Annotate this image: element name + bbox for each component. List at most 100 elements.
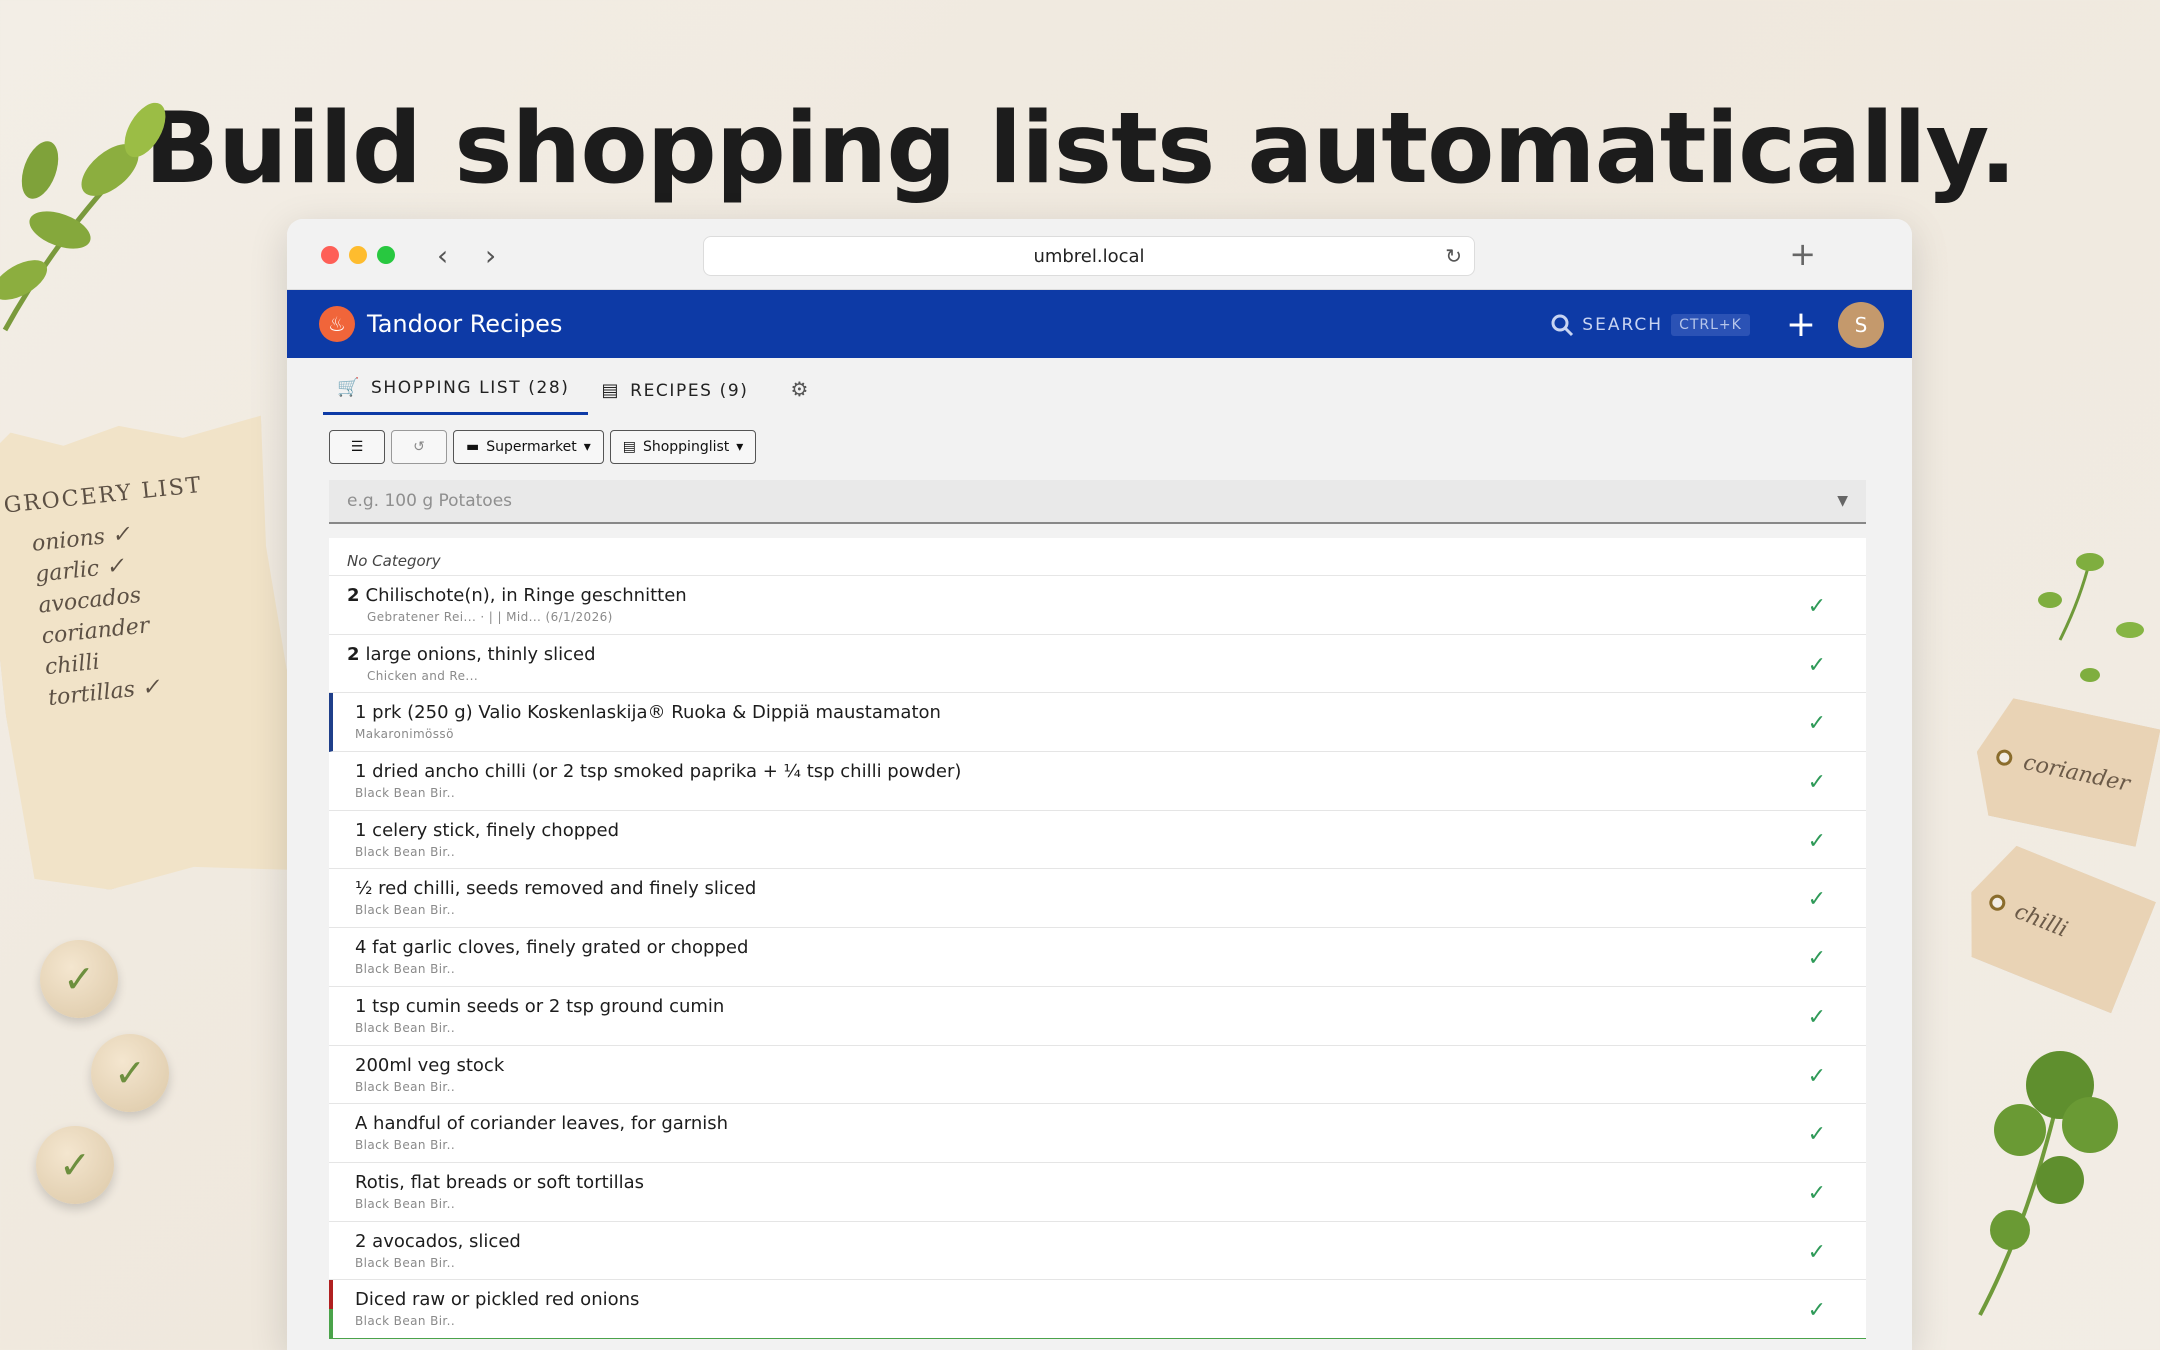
check-icon[interactable]: ✓ [1808,1005,1826,1030]
list-item[interactable]: 4 fat garlic cloves, finely grated or ch… [329,928,1866,987]
item-text: 1 dried ancho chilli (or 2 tsp smoked pa… [355,761,962,783]
list-item[interactable]: 1 prk (250 g) Valio Koskenlaskija® Ruoka… [329,693,1866,753]
list-item[interactable]: 1 tsp cumin seeds or 2 tsp ground cumin … [329,987,1866,1046]
list-item[interactable]: 1 dried ancho chilli (or 2 tsp smoked pa… [329,752,1866,811]
new-tab-icon[interactable]: + [1789,235,1816,273]
forward-icon[interactable]: › [485,239,496,272]
check-icon[interactable]: ✓ [1808,1240,1826,1265]
add-icon[interactable]: + [1786,307,1816,343]
item-source: Gebratener Rei... · | | Mid... (6/1/2026… [367,610,613,624]
tab-recipes[interactable]: ▤ RECIPES (9) [588,380,767,415]
avatar[interactable]: S [1838,302,1884,348]
check-icon[interactable]: ✓ [1808,887,1826,912]
check-icon[interactable]: ✓ [1808,653,1826,678]
list-item[interactable]: Diced raw or pickled red onions Black Be… [329,1280,1866,1339]
tag-label: coriander [2021,749,2133,797]
item-text: 4 fat garlic cloves, finely grated or ch… [355,937,749,959]
maximize-window-button[interactable] [377,246,395,264]
store-icon: ▬ [466,439,480,455]
document-icon: ▤ [622,439,636,455]
book-icon: ▤ [601,380,621,401]
check-icon[interactable]: ✓ [1808,594,1826,619]
list-item[interactable]: 2 Chilischote(n), in Ringe geschnitten Ge… [329,576,1866,635]
chevron-down-icon: ▾ [736,439,744,455]
add-item-placeholder: e.g. 100 g Potatoes [347,491,513,511]
list-icon: ☰ [350,439,364,455]
shopping-toolbar: ☰ ↺ ▬ Supermarket ▾ ▤ Shoppinglist ▾ [329,430,1866,464]
check-icon[interactable]: ✓ [1808,1298,1826,1323]
item-source: Makaronimössö [355,727,454,742]
item-text: A handful of coriander leaves, for garni… [355,1113,729,1135]
item-text: Rotis, flat breads or soft tortillas [355,1171,645,1193]
item-text: Chilischote(n), in Ringe geschnitten [365,585,687,606]
tandoor-logo-icon[interactable]: ♨ [319,306,355,342]
check-icon[interactable]: ✓ [1808,829,1826,854]
browser-titlebar: ‹ › umbrel.local ↻ + [287,219,1912,290]
list-item[interactable]: 200ml veg stock Black Bean Bir.. ✓ [329,1046,1866,1105]
category-header: No Category [329,538,1866,576]
check-icon[interactable]: ✓ [1808,1122,1826,1147]
shoppinglist-label: Shoppinglist [642,439,730,455]
back-icon[interactable]: ‹ [437,239,448,272]
app-title[interactable]: Tandoor Recipes [367,310,562,338]
check-icon[interactable]: ✓ [1808,1064,1826,1089]
item-amount: 2 [347,585,360,606]
item-source: Black Bean Bir.. [355,1196,456,1211]
item-source: Black Bean Bir.. [355,1020,456,1035]
check-coin-icon: ✓ [36,1126,114,1204]
url-bar[interactable]: umbrel.local ↻ [703,236,1475,276]
chevron-down-icon[interactable]: ▼ [1837,493,1848,509]
check-coin-icon: ✓ [91,1034,169,1112]
check-icon[interactable]: ✓ [1808,946,1826,971]
chilli-tag: chilli [1949,837,2156,1014]
shopping-list: No Category 2 Chilischote(n), in Ringe ge… [329,538,1866,1339]
item-source: Black Bean Bir.. [355,1314,456,1329]
settings-sliders-icon[interactable]: ⚙ [766,377,824,415]
cilantro-sprig [1978,1051,2118,1316]
item-text: ½ red chilli, seeds removed and finely s… [355,878,757,900]
list-item[interactable]: 2 large onions, thinly sliced Chicken and… [329,635,1866,694]
item-source: Black Bean Bir.. [355,962,456,977]
list-item[interactable]: Rotis, flat breads or soft tortillas Bla… [329,1163,1866,1222]
list-item[interactable]: A handful of coriander leaves, for garni… [329,1104,1866,1163]
check-icon[interactable]: ✓ [1808,1181,1826,1206]
search-label: SEARCH [1582,315,1664,335]
header-actions: SEARCH CTRL+K + S [1550,302,1884,348]
tag-label: chilli [2011,898,2072,943]
tab-shopping-list[interactable]: 🛒 SHOPPING LIST (28) [323,377,588,415]
item-text: 1 tsp cumin seeds or 2 tsp ground cumin [355,995,725,1017]
search-button[interactable]: SEARCH CTRL+K [1550,313,1750,337]
item-source: Black Bean Bir.. [355,1079,456,1094]
undo-button[interactable]: ↺ [391,430,447,464]
note-title: GROCERY LIST [2,472,204,519]
item-source: Black Bean Bir.. [355,903,456,918]
shoppinglist-dropdown[interactable]: ▤ Shoppinglist ▾ [609,430,757,464]
cart-icon: 🛒 [337,377,362,398]
close-window-button[interactable] [321,246,339,264]
item-source: Black Bean Bir.. [355,1138,456,1153]
minimize-window-button[interactable] [349,246,367,264]
coriander-tag: coriander [1964,693,2160,847]
check-icon[interactable]: ✓ [1808,770,1826,795]
chevron-down-icon: ▾ [583,439,591,455]
list-view-button[interactable]: ☰ [329,430,385,464]
item-text: large onions, thinly sliced [365,643,596,665]
grocery-note-card: GROCERY LIST onions ✓ garlic ✓ avocados … [0,406,309,898]
list-item[interactable]: 1 celery stick, finely chopped Black Bea… [329,811,1866,870]
supermarket-label: Supermarket [486,439,577,455]
tab-label: RECIPES (9) [630,380,749,401]
add-item-input[interactable]: e.g. 100 g Potatoes ▼ [329,480,1866,524]
window-controls [321,246,395,264]
supermarket-dropdown[interactable]: ▬ Supermarket ▾ [453,430,604,464]
list-item[interactable]: 2 avocados, sliced Black Bean Bir.. ✓ [329,1222,1866,1281]
check-icon[interactable]: ✓ [1808,711,1826,736]
item-text: 1 celery stick, finely chopped [355,819,620,841]
reload-icon[interactable]: ↻ [1445,244,1462,268]
list-item[interactable]: ½ red chilli, seeds removed and finely s… [329,869,1866,929]
browser-window: ‹ › umbrel.local ↻ + ♨ Tandoor Recipes S… [287,219,1912,1350]
item-amount: 2 [347,643,360,665]
item-text: 200ml veg stock [355,1054,505,1076]
headline: Build shopping lists automatically. [144,92,2016,206]
undo-icon: ↺ [413,439,425,455]
tab-bar: 🛒 SHOPPING LIST (28) ▤ RECIPES (9) ⚙ [323,358,1866,415]
